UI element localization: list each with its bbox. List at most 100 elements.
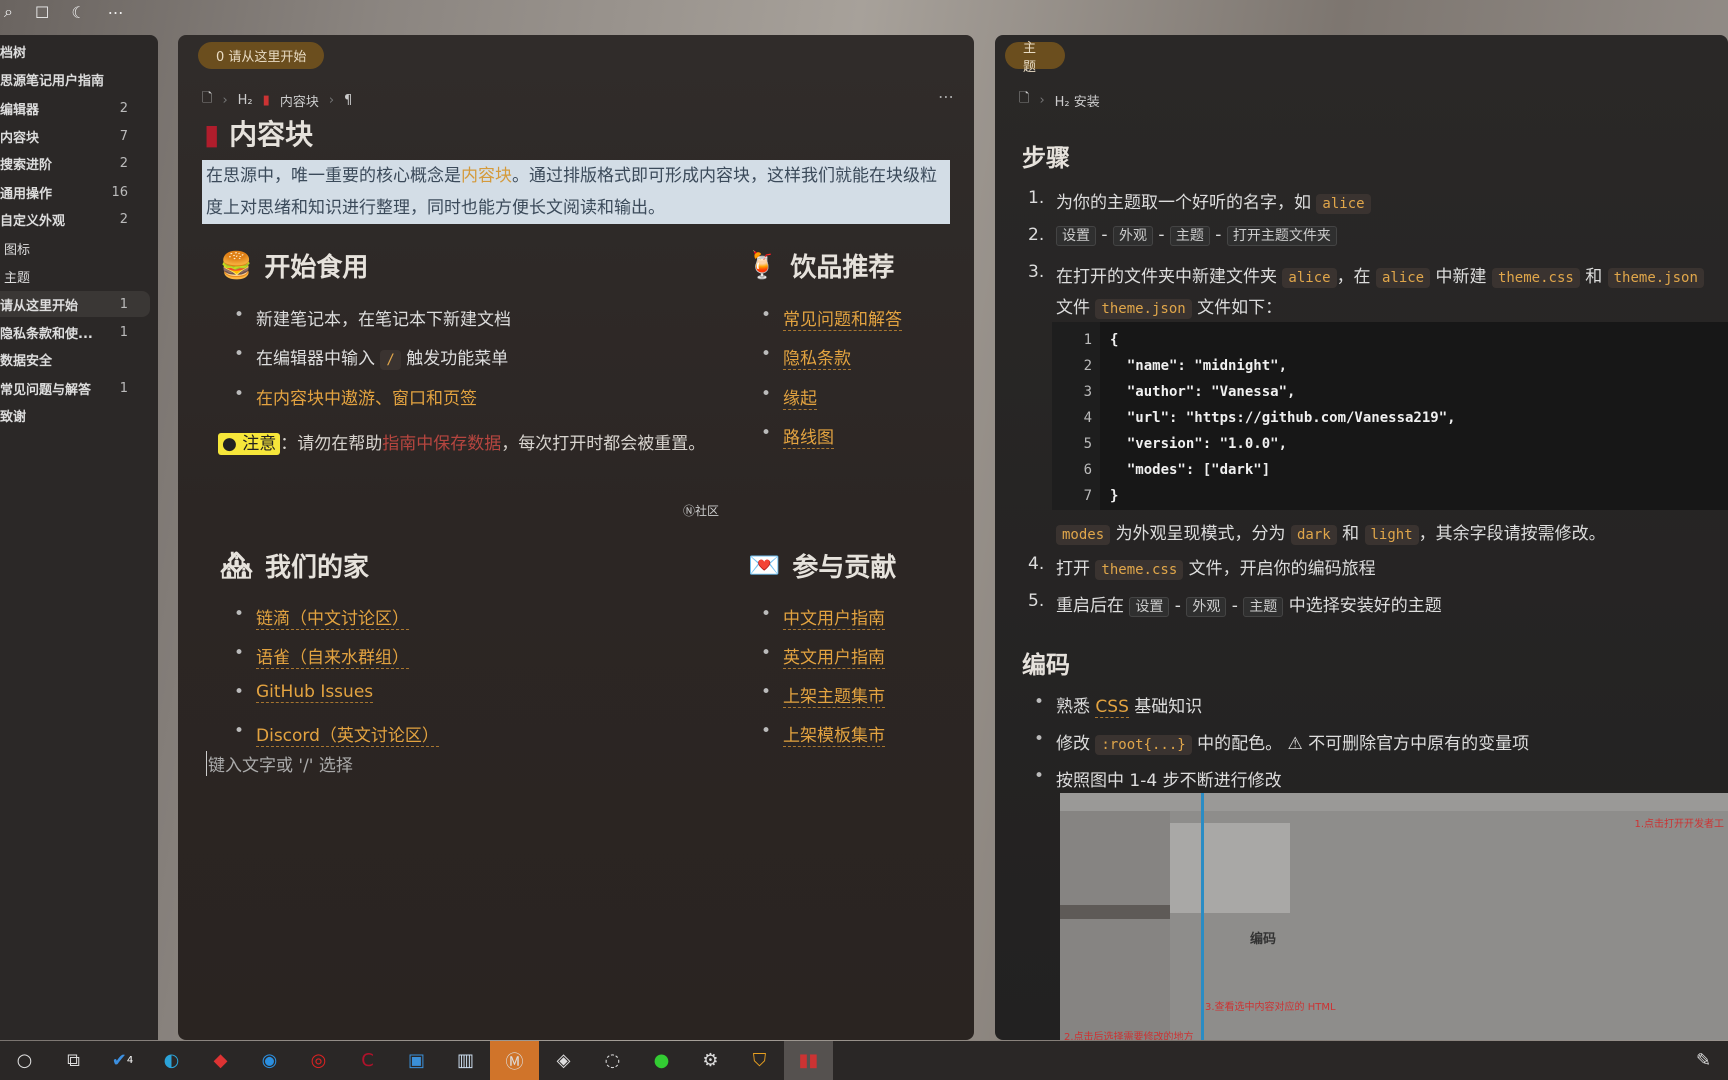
list-item[interactable]: Discord（英文讨论区）: [234, 721, 439, 747]
sidebar-item-label: 编辑器: [0, 102, 40, 118]
davinci-icon[interactable]: ◈: [539, 1041, 588, 1080]
search-icon[interactable]: ⌕: [4, 2, 13, 22]
sidebar-item-label: 档树: [0, 45, 27, 61]
netease-music-icon[interactable]: ◎: [294, 1041, 343, 1080]
photos-icon[interactable]: ▣: [392, 1041, 441, 1080]
sidebar-item-label: 致谢: [0, 409, 27, 425]
doc-icon[interactable]: 🗋: [1019, 89, 1029, 111]
chocolate-icon: ▮: [262, 92, 270, 108]
sidebar-item[interactable]: 自定义外观 2: [0, 206, 150, 232]
app-icon[interactable]: ◆: [196, 1041, 245, 1080]
settings-icon[interactable]: ⚙: [686, 1041, 735, 1080]
section-start: 🍔 开始食用: [220, 250, 369, 284]
doc-tree-sidebar: 档树思源笔记用户指南 编辑器 2 内容块 7 搜索进阶 2 通用操作 16 自定义外观 2 图标主题请…: [0, 35, 158, 1040]
crumb-block[interactable]: 内容块: [280, 91, 319, 110]
step-2: 2. 设置 - 外观 - 主题 - 打开主题文件夹: [1028, 225, 1337, 246]
code-line: 2 "name": "midnight",: [1083, 358, 1288, 374]
list-item: 新建笔记本，在笔记本下新建文档: [234, 305, 511, 330]
start-icon[interactable]: ○: [0, 1041, 49, 1080]
sidebar-item-count: 7: [119, 128, 128, 144]
obs-icon[interactable]: ◌: [588, 1041, 637, 1080]
list-item: 按照图中 1-4 步不断进行修改: [1034, 766, 1282, 791]
vscode-icon[interactable]: ✔ 4: [98, 1041, 147, 1080]
code-line: 7}: [1083, 488, 1119, 504]
sidebar-item-count: 1: [119, 296, 128, 312]
sidebar-item-count: 2: [119, 155, 128, 171]
breadcrumb: 🗋 › H₂ ▮ 内容块 › ¶: [202, 89, 353, 111]
list-item[interactable]: 常见问题和解答: [761, 305, 902, 331]
app-icon[interactable]: C: [343, 1041, 392, 1080]
list-item[interactable]: 在内容块中遨游、窗口和页签: [234, 384, 477, 409]
code-line: 4 "url": "https://github.com/Vanessa219"…: [1083, 410, 1456, 426]
tutorial-screenshot: 1.点击打开开发者工 2.点击后选择需要修改的地方 3.查看选中内容对应的 HT…: [1060, 793, 1728, 1040]
app-icon[interactable]: ▮▮: [784, 1041, 833, 1080]
moon-icon[interactable]: ☾: [71, 3, 85, 22]
shield-icon[interactable]: ⛉: [735, 1041, 784, 1080]
list-item[interactable]: 上架模板集市: [761, 721, 885, 747]
task-view-icon[interactable]: ⧉: [49, 1041, 98, 1080]
sidebar-item-label: 图标: [4, 242, 31, 258]
sidebar-item-count: 16: [111, 184, 128, 200]
sidebar-item[interactable]: 思源笔记用户指南: [0, 66, 150, 92]
sidebar-item-label: 数据安全: [0, 353, 53, 369]
block-input[interactable]: 键入文字或 '/' 选择: [206, 751, 353, 776]
sidebar-item[interactable]: 图标: [0, 235, 150, 261]
list-item[interactable]: 路线图: [761, 423, 834, 449]
step-5: 5. 重启后在 设置 - 外观 - 主题 中选择安装好的主题: [1028, 591, 1442, 617]
list-item[interactable]: 缘起: [761, 384, 817, 410]
step-3-cont: 文件 theme.json 文件如下：: [1056, 298, 1283, 319]
section-home: 🏘 我们的家: [220, 550, 370, 584]
sidebar-item[interactable]: 常见问题与解答 1: [0, 375, 150, 401]
more-icon[interactable]: ⋯: [938, 87, 954, 106]
code-line: 6 "modes": ["dark"]: [1083, 462, 1271, 478]
sidebar-item[interactable]: 编辑器 2: [0, 95, 150, 121]
sidebar-item-count: 2: [119, 211, 128, 227]
editor-right: 主题 🗋 › H₂ 安装 步骤 1. 为你的主题取一个好听的名字，如 alice 2.…: [995, 35, 1728, 1040]
tab-start-here[interactable]: 0 请从这里开始: [198, 42, 325, 69]
app-icon[interactable]: ▥: [441, 1041, 490, 1080]
sidebar-item[interactable]: 隐私条款和使... 1: [0, 319, 150, 345]
burger-icon: 🍔: [220, 250, 253, 281]
list-item[interactable]: 链滴（中文讨论区）: [234, 604, 409, 630]
top-toolbar: ⌕ ☐ ☾ ⋯: [0, 0, 124, 24]
section-drinks: 🍹 饮品推荐: [746, 250, 895, 284]
note: ● 注意 ：请勿在帮助指南中保存数据，每次打开时都会被重置。: [218, 428, 708, 460]
list-item[interactable]: 英文用户指南: [761, 643, 885, 669]
sidebar-item[interactable]: 内容块 7: [0, 123, 150, 149]
sidebar-item[interactable]: 致谢: [0, 402, 150, 428]
house-icon: 🏘: [220, 550, 254, 581]
list-item[interactable]: GitHub Issues: [234, 682, 374, 703]
list-item[interactable]: 上架主题集市: [761, 682, 885, 708]
crumb-paragraph[interactable]: ¶: [344, 93, 352, 108]
list-item[interactable]: 隐私条款: [761, 344, 851, 370]
sidebar-item[interactable]: 搜索进阶 2: [0, 150, 150, 176]
app-icon[interactable]: ◉: [245, 1041, 294, 1080]
siyuan-icon[interactable]: Ⓜ: [490, 1041, 539, 1080]
sidebar-item[interactable]: 通用操作 16: [0, 179, 150, 205]
more-icon[interactable]: ⋯: [108, 3, 124, 22]
coding-heading: 编码: [1022, 651, 1070, 679]
pen-icon[interactable]: ✎: [1679, 1041, 1728, 1080]
community-label: Ⓝ社区: [683, 504, 720, 518]
sidebar-item[interactable]: 数据安全: [0, 346, 150, 372]
steps-heading: 步骤: [1022, 144, 1070, 172]
crumb-h2[interactable]: H₂: [238, 93, 253, 108]
sidebar-item-label: 思源笔记用户指南: [0, 73, 105, 89]
sidebar-item-count: 2: [119, 100, 128, 116]
list-item: 在编辑器中输入 / 触发功能菜单: [234, 344, 508, 370]
page-title: ▮ 内容块: [204, 118, 314, 151]
sidebar-item[interactable]: 档树: [0, 38, 150, 64]
edge-icon[interactable]: ◐: [147, 1041, 196, 1080]
sidebar-item[interactable]: 主题: [0, 263, 150, 289]
modes-note: modes 为外观呈现模式，分为 dark 和 light ，其余字段请按需修改。: [1056, 519, 1606, 545]
list-item[interactable]: 中文用户指南: [761, 604, 885, 630]
wechat-icon[interactable]: ●: [637, 1041, 686, 1080]
sidebar-item[interactable]: 请从这里开始 1: [0, 291, 150, 317]
code-block[interactable]: 1{2 "name": "midnight", 3 "author": "Vane…: [1052, 322, 1728, 510]
crumb-install[interactable]: H₂ 安装: [1055, 91, 1100, 110]
list-item[interactable]: 语雀（自来水群组）: [234, 643, 409, 669]
tab-theme[interactable]: 主题: [1005, 41, 1065, 75]
doc-icon[interactable]: 🗋: [202, 89, 212, 111]
sidebar-item-count: 1: [119, 380, 128, 396]
square-icon[interactable]: ☐: [35, 3, 49, 22]
